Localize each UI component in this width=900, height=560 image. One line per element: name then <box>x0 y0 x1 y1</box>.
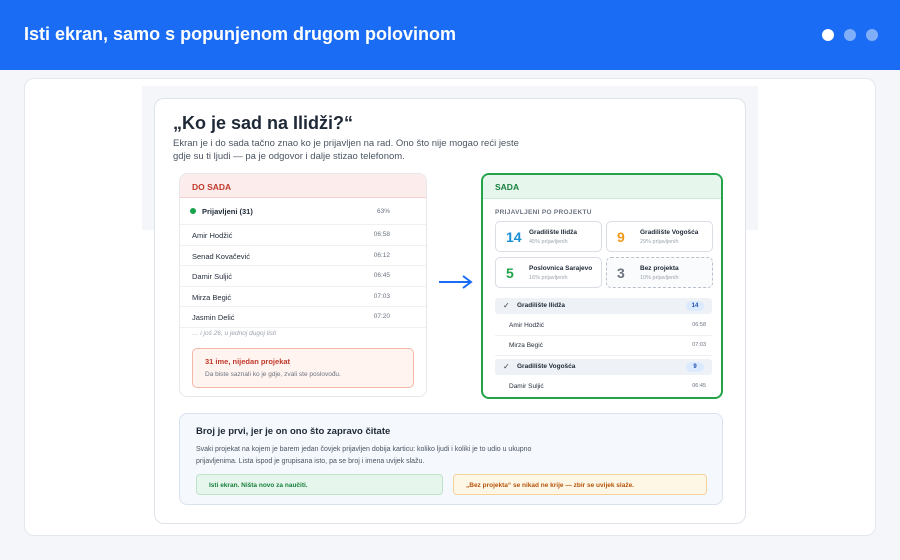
group-header[interactable]: ✓ Gradilište Ilidža 14 <box>495 298 712 314</box>
list-item[interactable]: Amir Hodžić 06:58 <box>495 316 712 336</box>
page-title: Isti ekran, samo s popunjenom drugom pol… <box>24 24 457 44</box>
slide-lead: Ekran je i do sada tačno znao ko je prij… <box>173 138 519 162</box>
warning-desc: Da biste saznali ko je gdje, zvali ste p… <box>205 371 341 378</box>
employee-name: Damir Suljić <box>192 272 233 281</box>
pagination-dot-3[interactable] <box>866 29 878 41</box>
project-name: Poslovnica Sarajevo <box>529 265 593 272</box>
check-icon: ✓ <box>503 301 510 310</box>
project-name: Gradilište Vogošća <box>640 229 699 236</box>
before-panel-header: DO SADA <box>180 174 426 198</box>
checkin-time: 06:45 <box>692 383 706 389</box>
top-bar: Isti ekran, samo s popunjenom drugom pol… <box>0 0 900 70</box>
employee-name: Damir Suljić <box>509 383 544 390</box>
employee-name: Amir Hodžić <box>509 322 545 329</box>
project-card[interactable]: 14 Gradilište Ilidža 45% prijavljenih <box>495 221 602 252</box>
list-item[interactable]: Mirza Begić 07:03 <box>495 336 712 356</box>
count-badge: 14 <box>686 301 704 311</box>
explanation-body: Svaki projekat na kojem je barem jedan č… <box>196 446 532 465</box>
employee-name: Mirza Begić <box>509 342 543 349</box>
status-dot-icon <box>190 208 196 214</box>
list-item[interactable]: Jasmin Delić 07:20 <box>180 307 426 328</box>
project-share: 16% prijavljenih <box>529 275 568 281</box>
employee-name: Jasmin Delić <box>192 313 235 322</box>
employee-name: Mirza Begić <box>192 292 232 302</box>
summary-row: Prijavljeni (31) 63% <box>180 198 426 225</box>
before-panel: DO SADA Prijavljeni (31) 63% Amir Hodžić… <box>179 173 427 397</box>
project-share: 10% prijavljenih <box>640 275 679 281</box>
list-item[interactable]: Amir Hodžić 06:58 <box>180 225 426 246</box>
count-badge: 9 <box>686 362 704 372</box>
explanation-box: Broj je prvi, jer je on ono što zapravo … <box>179 413 723 505</box>
project-count: 9 <box>617 229 625 245</box>
checkin-time: 07:03 <box>373 292 390 300</box>
project-name: Gradilište Ilidža <box>529 229 578 236</box>
checkin-time: 06:12 <box>373 251 390 259</box>
slide-card: „Ko je sad na Ilidži?“ Ekran je i do sad… <box>154 98 746 524</box>
after-subtitle: PRIJAVLJENI PO PROJEKTU <box>495 209 592 216</box>
explanation-title: Broj je prvi, jer je on ono što zapravo … <box>196 426 391 437</box>
callout-orange: „Bez projekta“ se nikad ne krije — zbir … <box>453 474 707 495</box>
after-panel-header: SADA <box>483 175 721 199</box>
slide-title: „Ko je sad na Ilidži?“ <box>173 113 354 133</box>
checkin-time: 07:03 <box>692 342 706 348</box>
checkin-time: 07:20 <box>373 313 390 320</box>
employee-name: Amir Hodžić <box>192 231 233 240</box>
list-item[interactable]: Damir Suljić 06:45 <box>180 266 426 287</box>
project-share: 45% prijavljenih <box>529 239 568 245</box>
pagination-dot-2[interactable] <box>844 29 856 41</box>
project-count: 5 <box>506 265 514 281</box>
no-project-card[interactable]: 3 Bez projekta 10% prijavljenih <box>606 257 713 288</box>
checkin-time: 06:58 <box>692 322 706 328</box>
group-name: Gradilište Ilidža <box>517 302 566 309</box>
project-share: 29% prijavljenih <box>640 239 679 245</box>
project-card[interactable]: 5 Poslovnica Sarajevo 16% prijavljenih <box>495 257 602 288</box>
group-name: Gradilište Vogošća <box>517 363 576 370</box>
summary-value: 63% <box>376 208 390 215</box>
project-count: 3 <box>617 265 625 281</box>
slide-pagination <box>822 29 878 41</box>
callout-green: Isti ekran. Ništa novo za naučiti. <box>196 474 443 495</box>
check-icon: ✓ <box>503 362 510 371</box>
more-note: … i još 26, u jednoj dugoj listi <box>192 330 277 337</box>
project-count: 14 <box>506 229 522 245</box>
checkin-time: 06:58 <box>373 231 390 238</box>
list-item[interactable]: Senad Kovačević 06:12 <box>180 246 426 266</box>
pagination-dot-1[interactable] <box>822 29 834 41</box>
group-header[interactable]: ✓ Gradilište Vogošća 9 <box>495 359 712 375</box>
warning-box: 31 ime, nijedan projekat Da biste saznal… <box>192 348 414 388</box>
list-item[interactable]: Damir Suljić 06:45 <box>495 377 712 397</box>
list-item[interactable]: Mirza Begić 07:03 <box>180 287 426 307</box>
project-card[interactable]: 9 Gradilište Vogošća 29% prijavljenih <box>606 221 713 252</box>
checkin-time: 06:45 <box>373 272 390 279</box>
warning-title: 31 ime, nijedan projekat <box>205 357 291 366</box>
arrow-right-icon <box>439 275 473 289</box>
summary-label: Prijavljeni (31) <box>202 207 253 216</box>
employee-name: Senad Kovačević <box>192 251 250 261</box>
after-panel: SADA PRIJAVLJENI PO PROJEKTU 14 Gradiliš… <box>481 173 723 399</box>
project-name: Bez projekta <box>640 265 679 272</box>
